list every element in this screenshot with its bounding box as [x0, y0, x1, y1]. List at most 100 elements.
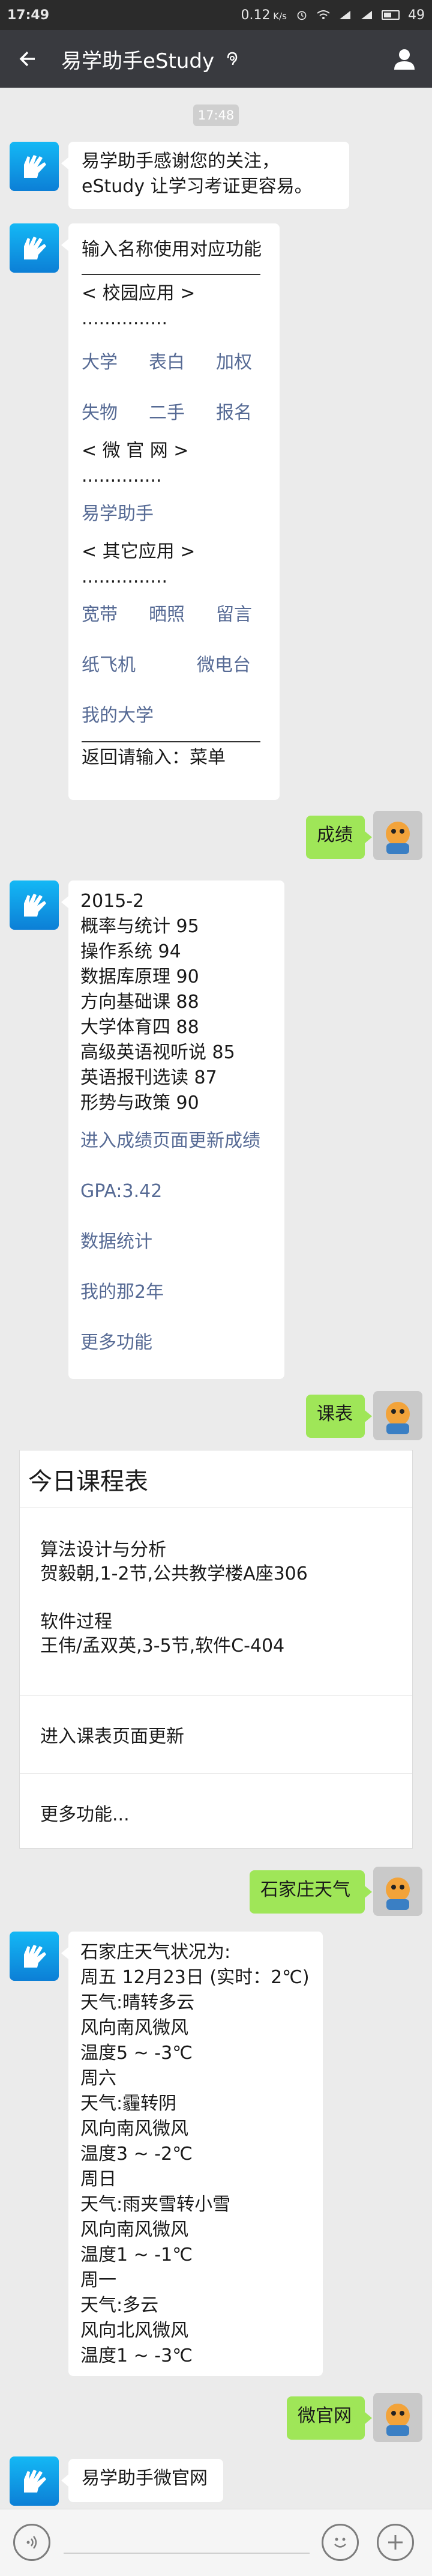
bot-avatar[interactable]: [10, 1932, 59, 1981]
weather-line: 周一: [80, 2270, 116, 2291]
menu-link-shaizhao[interactable]: 晒照: [149, 602, 216, 628]
grade-line: 形势与政策 90: [80, 1093, 199, 1114]
title-bar: 易学助手eStudy: [0, 30, 432, 88]
cartoon-avatar-icon: [386, 1877, 410, 1910]
menu-link-zhifeiji[interactable]: 纸飞机: [82, 653, 197, 678]
weather-line: 风向南风微风: [80, 2017, 188, 2038]
course-2-name: 软件过程: [40, 1611, 112, 1632]
menu-link-daxue[interactable]: 大学: [82, 350, 149, 375]
weather-line: 风向南风微风: [80, 2219, 188, 2240]
grade-list: 2015-2 概率与统计 95 操作系统 94 数据库原理 90 方向基础课 8…: [80, 889, 272, 1116]
weather-message: 石家庄天气状况为: 周五 12月23日 (实时：2℃) 天气:晴转多云 风向南风…: [61, 1932, 323, 2376]
ear-icon: [227, 52, 238, 65]
user-avatar[interactable]: [373, 811, 422, 860]
campus-header: < 校园应用 > ...............: [82, 283, 196, 329]
update-grades-link[interactable]: 进入成绩页面更新成绩: [80, 1116, 272, 1166]
status-bar: 17:49 0.12 K/s 49: [0, 0, 432, 30]
status-time: 17:49: [7, 7, 50, 23]
weather-line: 周五 12月23日 (实时：2℃): [80, 1967, 310, 1988]
input-bar: [0, 2509, 432, 2576]
user-avatar[interactable]: [373, 2393, 422, 2442]
emoji-button[interactable]: [322, 2524, 359, 2561]
hand-logo-icon: [24, 237, 46, 259]
user-message-timetable: 课表: [306, 1395, 372, 1438]
weather-line: 风向南风微风: [80, 2118, 188, 2139]
weather-line: 周六: [80, 2068, 116, 2089]
weather-line: 周日: [80, 2169, 116, 2190]
update-timetable-link[interactable]: 进入课表页面更新: [20, 1696, 412, 1774]
back-button[interactable]: [0, 30, 55, 88]
menu-link-yixuezhushou[interactable]: 易学助手: [82, 489, 266, 539]
course-card-title: 今日课程表: [20, 1450, 412, 1508]
course-1-name: 算法设计与分析: [40, 1539, 166, 1560]
profile-button[interactable]: [377, 30, 432, 88]
course-card-body: 算法设计与分析 贺毅朝,1-2节,公共教学楼A座306 软件过程 王伟/孟双英,…: [20, 1508, 412, 1696]
user-avatar[interactable]: [373, 1867, 422, 1916]
menu-link-baoming[interactable]: 报名: [216, 401, 252, 426]
grade-line: 概率与统计 95: [80, 916, 199, 937]
weather-line: 温度5 ~ -3℃: [80, 2043, 193, 2064]
statistics-link[interactable]: 数据统计: [80, 1217, 272, 1267]
hand-logo-icon: [24, 155, 46, 178]
bot-avatar[interactable]: [10, 142, 59, 191]
site-link-text: 易学助手微官网: [82, 2468, 208, 2489]
official-header: < 微 官 网 > ..............: [82, 440, 189, 486]
weather-line: 天气:霾转阴: [80, 2093, 177, 2114]
course-card[interactable]: 今日课程表 算法设计与分析 贺毅朝,1-2节,公共教学楼A座306 软件过程 王…: [19, 1450, 413, 1849]
hand-logo-icon: [24, 1945, 46, 1968]
plus-icon: [388, 2535, 403, 2550]
hand-logo-icon: [24, 2470, 46, 2493]
campus-row-2: 失物 二手 报名: [82, 388, 266, 438]
grade-line: 方向基础课 88: [80, 992, 199, 1013]
menu-link-ershou[interactable]: 二手: [149, 401, 216, 426]
cartoon-avatar-icon: [386, 822, 410, 854]
message-timestamp: 17:48: [193, 105, 239, 126]
bot-avatar[interactable]: [10, 880, 59, 930]
message-input[interactable]: [64, 2553, 310, 2554]
user-message-grades: 成绩: [306, 816, 372, 859]
site-link-message[interactable]: 易学助手微官网: [61, 2459, 223, 2502]
gpa-link[interactable]: GPA:3.42: [80, 1166, 272, 1217]
more-functions-link[interactable]: 更多功能: [80, 1318, 272, 1368]
cartoon-avatar-icon: [386, 1402, 410, 1434]
status-indicators: 0.12 K/s 49: [241, 8, 425, 23]
chat-title: 易学助手eStudy: [61, 49, 215, 73]
my-two-years-link[interactable]: 我的那2年: [80, 1267, 272, 1318]
menu-link-biaobai[interactable]: 表白: [149, 350, 216, 375]
grade-line: 高级英语视听说 85: [80, 1042, 235, 1063]
more-button[interactable]: [377, 2524, 414, 2561]
welcome-message: 易学助手感谢您的关注， eStudy 让学习考证更容易。: [61, 142, 349, 209]
card-more-functions-link[interactable]: 更多功能...: [20, 1774, 412, 1852]
signal-icon: [340, 11, 350, 19]
menu-link-shiwu[interactable]: 失物: [82, 401, 149, 426]
network-speed: 0.12 K/s: [241, 7, 287, 23]
network-speed-value: 0.12: [241, 7, 271, 23]
menu-link-liuyan[interactable]: 留言: [216, 602, 252, 628]
menu-link-wodedaxue[interactable]: 我的大学: [82, 691, 266, 741]
back-arrow-icon: [19, 51, 35, 67]
voice-icon: [26, 2536, 37, 2549]
grade-links: 进入成绩页面更新成绩 GPA:3.42 数据统计 我的那2年 更多功能: [80, 1116, 272, 1368]
hand-logo-icon: [24, 894, 46, 917]
emoji-icon: [334, 2538, 346, 2548]
battery-level: 49: [408, 7, 425, 23]
user-avatar[interactable]: [373, 1391, 422, 1440]
weather-line: 天气:多云: [80, 2295, 159, 2316]
weather-line: 风向北风微风: [80, 2320, 188, 2341]
weather-line: 温度3 ~ -2℃: [80, 2144, 193, 2165]
bot-avatar[interactable]: [10, 2456, 59, 2506]
bot-avatar[interactable]: [10, 223, 59, 273]
other-header: < 其它应用 > ...............: [82, 541, 196, 587]
course-2-detail: 王伟/孟双英,3-5节,软件C-404: [40, 1635, 285, 1656]
grade-line: 操作系统 94: [80, 941, 181, 962]
other-row-1: 宽带 晒照 留言: [82, 590, 266, 640]
menu-link-jiaquan[interactable]: 加权: [216, 350, 252, 375]
menu-link-kuandai[interactable]: 宽带: [82, 602, 149, 628]
voice-button[interactable]: [13, 2524, 50, 2561]
weather-line: 天气:晴转多云: [80, 1992, 195, 2013]
welcome-line-2: eStudy 让学习考证更容易。: [82, 176, 313, 197]
grade-term: 2015-2: [80, 891, 145, 912]
user-message-site: 微官网: [287, 2396, 372, 2440]
user-message-weather: 石家庄天气: [250, 1870, 372, 1914]
menu-link-weidiantai[interactable]: 微电台: [197, 653, 251, 678]
